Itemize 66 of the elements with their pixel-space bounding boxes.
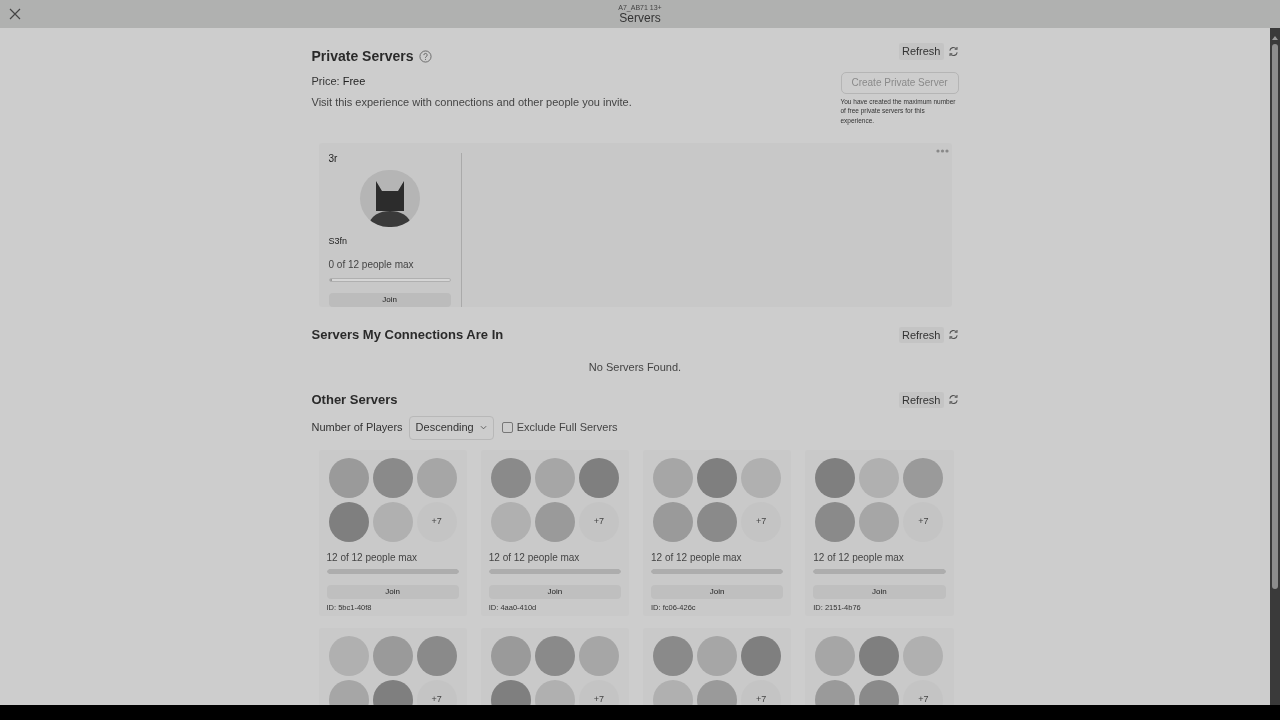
section-heading: Private Servers: [311, 47, 414, 66]
avatar: [815, 457, 856, 498]
avatar: [697, 457, 738, 498]
avatar: [578, 635, 619, 676]
more-players-count: +7: [903, 679, 944, 705]
help-icon[interactable]: [419, 50, 433, 63]
description-text: Visit this experience with connections and other people you invite.: [311, 94, 632, 110]
avatar: [697, 501, 738, 542]
owner-name: S3fn: [328, 235, 347, 249]
player-count: 12 of 12 people max: [326, 550, 419, 565]
more-players-count: +7: [578, 501, 619, 542]
refresh-icon: [947, 394, 959, 406]
avatar: [490, 457, 531, 498]
avatar: [328, 501, 369, 542]
avatar: [903, 457, 944, 498]
avatar: [815, 635, 856, 676]
sort-label: Number of Players: [311, 420, 403, 436]
avatar: [416, 457, 457, 498]
avatar: [372, 457, 413, 498]
close-icon[interactable]: [9, 8, 21, 20]
avatar: [741, 635, 782, 676]
avatar: [534, 635, 575, 676]
avatar: [859, 501, 900, 542]
join-button[interactable]: Join: [651, 584, 784, 599]
price-label: Price:: [311, 75, 340, 87]
more-options-icon[interactable]: [935, 149, 949, 153]
refresh-icon: [947, 45, 959, 57]
more-players-count: +7: [741, 679, 782, 705]
join-button[interactable]: Join: [813, 584, 946, 599]
avatar: [490, 635, 531, 676]
avatar: [372, 635, 413, 676]
checkbox[interactable]: [501, 422, 513, 433]
avatar: [328, 457, 369, 498]
window-title: Servers: [619, 11, 661, 25]
sort-dropdown[interactable]: Descending: [408, 415, 494, 440]
chevron-down-icon: [479, 425, 487, 430]
avatar: [416, 635, 457, 676]
join-button[interactable]: Join: [488, 584, 621, 599]
player-count: 0 of 12 people max: [328, 257, 414, 272]
avatar: [534, 501, 575, 542]
server-name: 3r: [328, 152, 338, 166]
more-players-count: +7: [578, 679, 619, 705]
price-value: Free: [342, 75, 366, 87]
avatar: [653, 501, 693, 542]
player-count: 12 of 12 people max: [813, 550, 905, 565]
refresh-icon: [947, 329, 959, 341]
empty-message: No Servers Found.: [588, 359, 682, 375]
checkbox-label: Exclude Full Servers: [516, 420, 618, 436]
avatar: [697, 635, 738, 676]
avatar: [534, 457, 575, 498]
join-button[interactable]: Join: [326, 584, 459, 599]
section-heading: Servers My Connections Are In: [311, 326, 504, 344]
avatar: [653, 457, 693, 498]
avatar: [859, 635, 900, 676]
section-heading: Other Servers: [311, 391, 398, 409]
avatar: [653, 635, 693, 676]
avatar: [578, 457, 619, 498]
join-button[interactable]: Join: [328, 292, 451, 307]
more-players-count: +7: [416, 501, 457, 542]
avatar: [815, 501, 856, 542]
player-count: 12 of 12 people max: [651, 550, 743, 565]
more-players-count: +7: [903, 501, 944, 542]
more-players-count: +7: [741, 501, 782, 542]
scrollbar[interactable]: [1270, 28, 1280, 705]
more-players-count: +7: [416, 679, 457, 705]
player-count: 12 of 12 people max: [488, 550, 581, 565]
